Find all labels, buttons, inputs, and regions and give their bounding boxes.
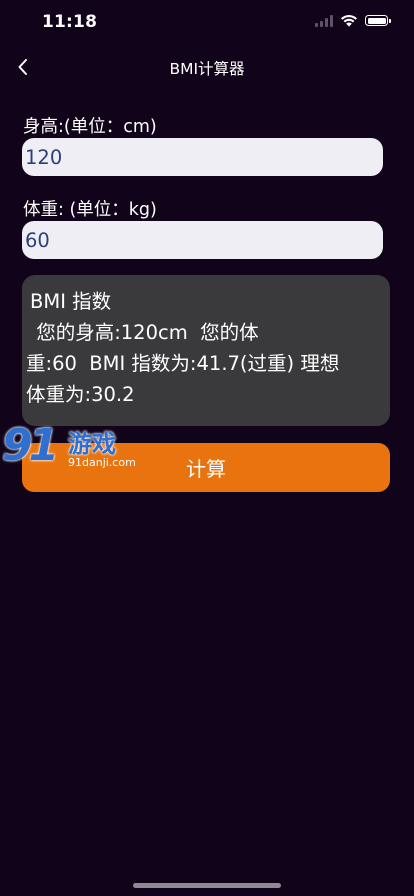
weight-input[interactable] — [22, 221, 383, 259]
page-title: BMI计算器 — [169, 60, 245, 78]
calculate-button[interactable]: 计算 — [22, 443, 390, 492]
result-line: 重:60 BMI 指数为:41.7(过重) 理想 — [26, 352, 340, 375]
result-line: 您的身高:120cm 您的体 — [30, 321, 259, 344]
bmi-calculator-screen: 11:18 BMI计算器 身高:(单位：cm) 体重: ( — [0, 0, 414, 896]
weight-label: 体重: (单位：kg) — [23, 200, 157, 220]
result-panel: BMI 指数 您的身高:120cm 您的体 重:60 BMI 指数为:41.7(… — [22, 275, 390, 426]
home-indicator — [133, 883, 281, 888]
wifi-icon — [341, 14, 357, 27]
height-label: 身高:(单位：cm) — [23, 117, 157, 137]
cellular-signal-icon — [315, 14, 333, 27]
result-line: 体重为:30.2 — [26, 383, 135, 406]
result-line: BMI 指数 — [30, 290, 112, 313]
battery-icon — [365, 15, 391, 26]
status-icons — [315, 14, 391, 27]
navigation-bar: BMI计算器 — [0, 44, 414, 90]
height-input[interactable] — [22, 138, 383, 176]
status-bar: 11:18 — [0, 0, 414, 44]
status-time: 11:18 — [42, 12, 98, 32]
